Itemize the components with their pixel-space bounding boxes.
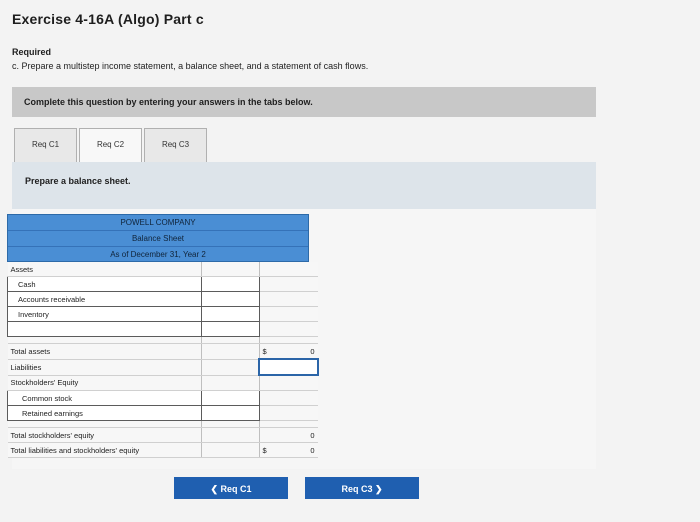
inventory-amount-input[interactable] xyxy=(200,306,260,322)
table-row: Cash xyxy=(7,276,318,292)
currency-symbol: $ xyxy=(262,445,267,455)
total-liabilities-equity-value: $0 xyxy=(258,442,318,458)
total-liabilities-equity-label: Total liabilities and stockholders' equi… xyxy=(7,442,201,458)
table-row: Assets xyxy=(7,262,318,277)
inventory-label-input[interactable]: Inventory xyxy=(7,306,202,322)
balance-sheet-header: POWELL COMPANY Balance Sheet As of Decem… xyxy=(7,214,309,262)
tab-req-c3[interactable]: Req C3 xyxy=(144,128,207,162)
statement-name: Balance Sheet xyxy=(8,231,308,247)
total-stockholders-equity-value: 0 xyxy=(258,427,318,443)
prev-req-c1-button[interactable]: ❮ Req C1 xyxy=(174,477,288,499)
next-req-c3-button[interactable]: Req C3 ❯ xyxy=(305,477,419,499)
exercise-title: Exercise 4-16A (Algo) Part c xyxy=(12,11,204,27)
table-row: Accounts receivable xyxy=(7,291,318,307)
assets-heading: Assets xyxy=(7,262,201,277)
total-assets-label: Total assets xyxy=(7,343,201,360)
table-row: Total stockholders' equity 0 xyxy=(7,427,318,443)
tab-bar: Req C1 Req C2 Req C3 xyxy=(14,128,207,163)
accounts-receivable-label-input[interactable]: Accounts receivable xyxy=(7,291,202,307)
company-name: POWELL COMPANY xyxy=(8,215,308,231)
table-row: Stockholders' Equity xyxy=(7,375,318,391)
total-stockholders-equity-label: Total stockholders' equity xyxy=(7,427,201,443)
balance-sheet-table: Assets Cash Accounts receivable Inventor… xyxy=(7,262,319,458)
blank-label-input[interactable] xyxy=(7,321,202,337)
common-stock-amount-input[interactable] xyxy=(200,390,260,406)
tab-req-c1[interactable]: Req C1 xyxy=(14,128,77,162)
table-row: Liabilities xyxy=(7,358,319,376)
liabilities-label: Liabilities xyxy=(7,359,201,376)
statement-date: As of December 31, Year 2 xyxy=(110,250,206,259)
required-text: c. Prepare a multistep income statement,… xyxy=(12,61,369,71)
cash-amount-input[interactable] xyxy=(200,276,260,292)
total-assets-value: $0 xyxy=(258,343,318,360)
required-label: Required xyxy=(12,47,52,57)
retained-earnings-label-input[interactable]: Retained earnings xyxy=(7,405,202,421)
cash-label-input[interactable]: Cash xyxy=(7,276,202,292)
table-row xyxy=(7,321,318,337)
panel-heading: Prepare a balance sheet. xyxy=(12,162,596,209)
stockholders-equity-heading: Stockholders' Equity xyxy=(7,375,201,391)
instructions-bar: Complete this question by entering your … xyxy=(12,87,596,117)
common-stock-label-input[interactable]: Common stock xyxy=(7,390,202,406)
table-row: Retained earnings xyxy=(7,405,318,421)
tab-req-c2[interactable]: Req C2 xyxy=(79,128,142,163)
table-row: Total liabilities and stockholders' equi… xyxy=(7,442,318,458)
table-row: Common stock xyxy=(7,390,318,406)
table-row: Inventory xyxy=(7,306,318,322)
blank-amount-input[interactable] xyxy=(200,321,260,337)
retained-earnings-amount-input[interactable] xyxy=(200,405,260,421)
liabilities-amount-input[interactable] xyxy=(258,358,319,376)
table-row: Total assets $0 xyxy=(7,343,318,360)
accounts-receivable-amount-input[interactable] xyxy=(200,291,260,307)
currency-symbol: $ xyxy=(262,346,267,356)
